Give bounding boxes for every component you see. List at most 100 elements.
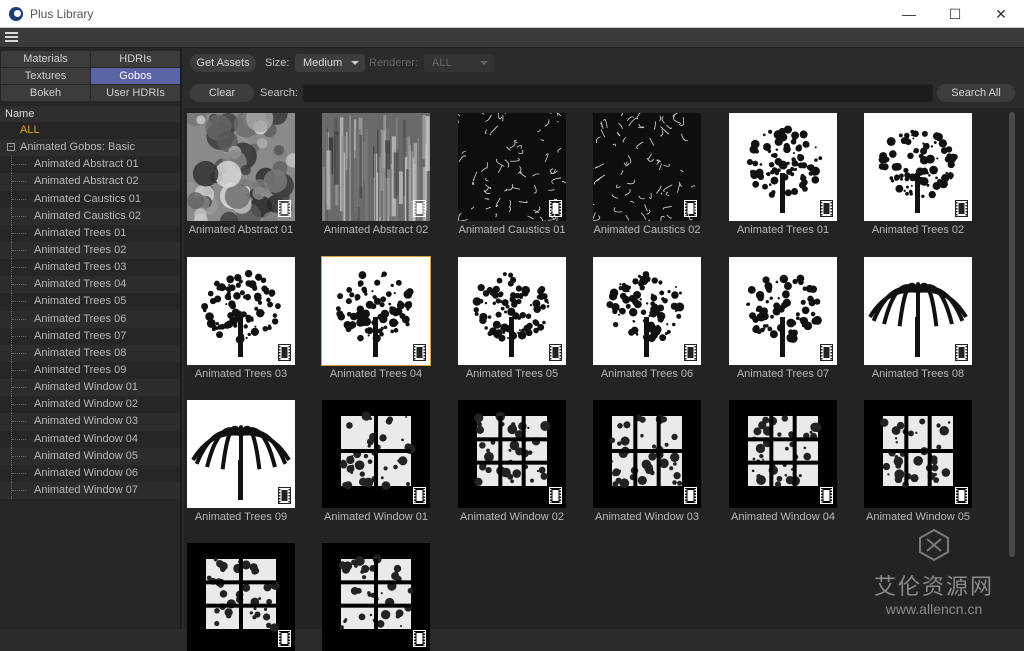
asset-thumbnail[interactable] [458,257,566,365]
asset-thumbnail[interactable] [729,400,837,508]
tab-bokeh[interactable]: Bokeh [1,85,90,101]
title-bar: Plus Library — ☐ ✕ [0,0,1024,28]
renderer-select[interactable]: ALL [424,54,494,72]
film-strip-icon [684,344,697,361]
tree-item[interactable]: Animated Trees 02 [0,241,180,260]
asset-thumbnail[interactable] [322,113,430,221]
tree-item-label: Animated Trees 05 [34,295,127,308]
tree-item[interactable]: Animated Trees 06 [0,310,180,328]
asset-caption: Animated Caustics 02 [593,224,701,236]
film-strip-icon [278,200,291,217]
tree-item[interactable]: Animated Window 06 [0,464,180,482]
film-strip-icon [684,200,697,217]
search-all-button[interactable]: Search All [937,84,1015,102]
app-logo-icon [9,6,23,21]
asset-caption: Animated Window 02 [460,511,564,523]
watermark: 艾伦资源网 www.allencn.cn [874,528,994,617]
collapse-icon[interactable]: − [7,143,15,152]
tree-item-label: Animated Window 02 [34,398,138,411]
tree-item[interactable]: Animated Trees 07 [0,327,180,345]
asset-caption: Animated Window 03 [595,511,699,523]
tree-item[interactable]: Animated Abstract 01 [0,156,180,174]
asset-thumbnail[interactable] [864,257,972,365]
tree-item[interactable]: Animated Trees 03 [0,259,180,277]
asset-thumbnail[interactable] [458,113,566,221]
asset-thumbnail[interactable] [458,400,566,508]
film-strip-icon [278,630,291,647]
tree-item[interactable]: Animated Trees 01 [0,224,180,242]
renderer-select-value: ALL [432,57,452,69]
film-strip-icon [820,487,833,504]
asset-thumbnail[interactable] [321,256,431,366]
maximize-button[interactable]: ☐ [932,0,978,28]
asset-caption: Animated Abstract 01 [188,224,294,236]
search-label: Search: [260,87,298,99]
asset-thumbnail[interactable] [187,113,295,221]
asset-thumbnail[interactable] [729,113,837,221]
tree-group-animated-gobos[interactable]: − Animated Gobos: Basic [0,139,180,157]
grid-scrollbar[interactable] [1009,112,1015,557]
asset-thumbnail[interactable] [187,543,295,651]
asset-thumbnail[interactable] [322,543,430,651]
tab-textures[interactable]: Textures [1,68,90,84]
asset-thumbnail[interactable] [187,400,295,508]
tree-item[interactable]: Animated Window 05 [0,447,180,465]
tab-user-hdris[interactable]: User HDRIs [91,85,180,101]
asset-thumbnail[interactable] [593,400,701,508]
tree-item[interactable]: Animated Window 04 [0,430,180,448]
search-input[interactable] [303,84,933,102]
tree-item[interactable]: Animated Window 03 [0,413,180,431]
size-select-value: Medium [303,57,343,69]
tree-item-label: Animated Trees 04 [34,278,127,291]
tree-item-label: Animated Caustics 01 [34,192,141,205]
tab-materials[interactable]: Materials [1,51,90,67]
asset-thumbnail[interactable] [729,257,837,365]
tree-item-label: Animated Trees 09 [34,363,127,376]
asset-caption: Animated Window 05 [866,511,970,523]
film-strip-icon [684,487,697,504]
tree-item-all[interactable]: ALL [0,122,180,139]
tree-item[interactable]: Animated Caustics 01 [0,190,180,208]
close-button[interactable]: ✕ [978,0,1024,28]
asset-thumbnail[interactable] [322,400,430,508]
tab-gobos[interactable]: Gobos [91,68,180,84]
asset-caption: Animated Trees 09 [194,511,288,523]
renderer-label: Renderer: [369,57,418,69]
tree-item[interactable]: Animated Trees 04 [0,276,180,294]
asset-thumbnail[interactable] [864,400,972,508]
tree-item[interactable]: Animated Trees 05 [0,293,180,311]
tree-item[interactable]: Animated Window 01 [0,379,180,397]
toolbar-search: Clear Search: Search All [184,82,1024,104]
hamburger-menu-icon[interactable] [5,32,18,43]
tree-item-label: Animated Window 01 [34,381,138,394]
tree-group-animated-gobos-label: Animated Gobos: Basic [20,141,135,154]
left-panel: Materials HDRIs Textures Gobos Bokeh User HDR… [0,48,182,629]
tree-item-label: Animated Caustics 02 [34,209,141,222]
tree-item[interactable]: Animated Trees 08 [0,344,180,362]
asset-thumbnail[interactable] [864,113,972,221]
tree-item[interactable]: Animated Window 02 [0,396,180,414]
tree-item-label: Animated Window 07 [34,483,138,496]
asset-caption: Animated Window 01 [324,511,428,523]
tree-item-label: Animated Trees 02 [34,243,127,256]
minimize-button[interactable]: — [886,0,932,28]
tree-item-label: Animated Window 03 [34,415,138,428]
asset-caption: Animated Trees 07 [736,368,830,380]
asset-caption: Animated Trees 01 [736,224,830,236]
size-select[interactable]: Medium [295,54,365,72]
tab-hdris[interactable]: HDRIs [91,51,180,67]
chevron-down-icon [351,61,359,65]
film-strip-icon [278,487,291,504]
get-assets-button[interactable]: Get Assets [190,54,256,72]
tree-item[interactable]: Animated Trees 09 [0,361,180,380]
tree-item[interactable]: Animated Window 07 [0,481,180,500]
asset-thumbnail[interactable] [187,257,295,365]
asset-thumbnail[interactable] [593,113,701,221]
tree-item[interactable]: Animated Abstract 02 [0,173,180,191]
tree-item[interactable]: Animated Caustics 02 [0,207,180,225]
category-tabs: Materials HDRIs Textures Gobos Bokeh User HDR… [1,51,181,101]
clear-button[interactable]: Clear [190,84,254,102]
tree-item-label: Animated Trees 08 [34,346,127,359]
asset-thumbnail[interactable] [593,257,701,365]
tree-header[interactable]: Name [0,106,180,122]
